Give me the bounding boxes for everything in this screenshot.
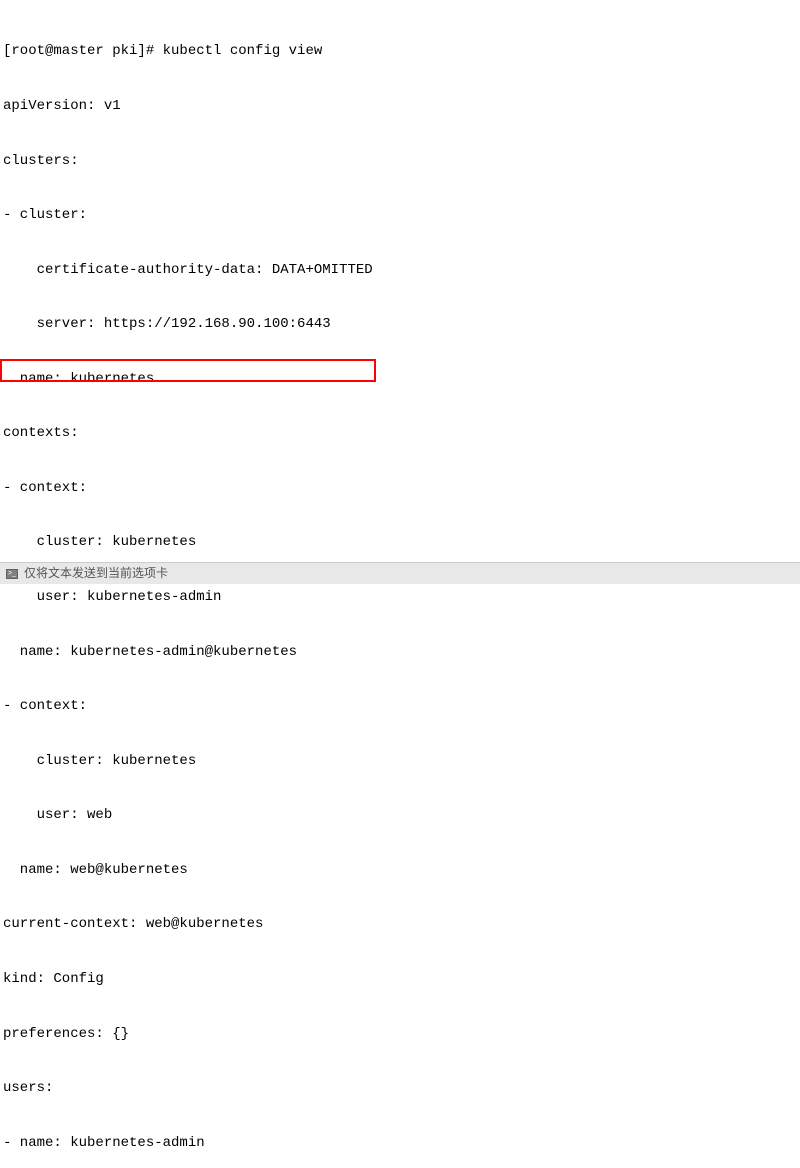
terminal-line: certificate-authority-data: DATA+OMITTED <box>3 261 797 279</box>
terminal-output[interactable]: [root@master pki]# kubectl config view a… <box>0 0 800 1168</box>
status-bar: 仅将文本发送到当前选项卡 <box>0 562 800 584</box>
terminal-line: name: kubernetes <box>3 370 797 388</box>
terminal-line: preferences: {} <box>3 1025 797 1043</box>
terminal-line: users: <box>3 1079 797 1097</box>
terminal-line: name: kubernetes-admin@kubernetes <box>3 643 797 661</box>
status-text: 仅将文本发送到当前选项卡 <box>24 566 168 582</box>
terminal-line: - context: <box>3 697 797 715</box>
terminal-line: server: https://192.168.90.100:6443 <box>3 315 797 333</box>
terminal-line: - cluster: <box>3 206 797 224</box>
terminal-line: name: web@kubernetes <box>3 861 797 879</box>
terminal-line: - name: kubernetes-admin <box>3 1134 797 1152</box>
terminal-line: contexts: <box>3 424 797 442</box>
terminal-line: cluster: kubernetes <box>3 533 797 551</box>
terminal-line: apiVersion: v1 <box>3 97 797 115</box>
terminal-line: clusters: <box>3 152 797 170</box>
terminal-line: [root@master pki]# kubectl config view <box>3 42 797 60</box>
terminal-line: cluster: kubernetes <box>3 752 797 770</box>
terminal-line: current-context: web@kubernetes <box>3 915 797 933</box>
terminal-icon <box>6 569 18 579</box>
terminal-line: kind: Config <box>3 970 797 988</box>
terminal-line: user: kubernetes-admin <box>3 588 797 606</box>
terminal-line: user: web <box>3 806 797 824</box>
terminal-line: - context: <box>3 479 797 497</box>
